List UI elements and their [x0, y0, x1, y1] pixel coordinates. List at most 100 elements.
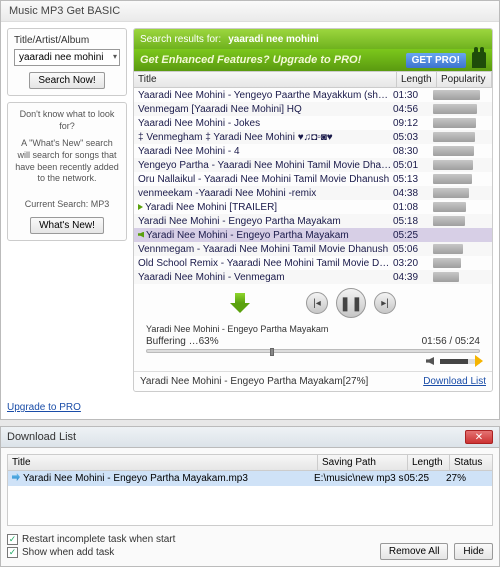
row-popularity: [433, 160, 488, 170]
row-length: 04:39: [393, 272, 433, 283]
row-popularity: [433, 132, 488, 142]
results-header-prefix: Search results for:: [140, 34, 221, 45]
table-row[interactable]: Vennmegam - Yaaradi Nee Mohini Tamil Mov…: [134, 242, 492, 256]
row-title: ‡ Venmegham ‡ Yaradi Nee Mohini ♥♫◘▫◙♥: [138, 132, 393, 143]
download-list-link[interactable]: Download List: [423, 376, 486, 387]
volume-icon[interactable]: [426, 357, 434, 365]
row-popularity: [433, 104, 488, 114]
search-now-button[interactable]: Search Now!: [29, 72, 104, 89]
download-arrow-icon[interactable]: [230, 293, 250, 313]
download-icon: [12, 473, 20, 481]
results-header: Search results for: yaaradi nee mohini: [134, 29, 492, 49]
restart-checkbox[interactable]: ✓: [7, 534, 18, 545]
show-label: Show when add task: [22, 547, 114, 558]
prev-button[interactable]: |◂: [306, 292, 328, 314]
dl-title-bar: Download List ✕: [1, 427, 499, 448]
table-row[interactable]: ‡ Venmegham ‡ Yaradi Nee Mohini ♥♫◘▫◙♥05…: [134, 130, 492, 144]
sidebar: Title/Artist/Album ▾ Search Now! Don't k…: [7, 28, 127, 392]
dl-rows: Yaradi Nee Mohini - Engeyo Partha Mayaka…: [7, 471, 493, 526]
row-popularity: [433, 216, 488, 226]
pause-button[interactable]: ❚❚: [336, 288, 366, 318]
row-title: Yaradi Nee Mohini [TRAILER]: [138, 202, 393, 213]
col-popularity[interactable]: Popularity: [437, 72, 492, 87]
row-title: venmeekam -Yaaradi Nee Mohini -remix: [138, 188, 393, 199]
row-length: 05:06: [393, 244, 433, 255]
row-title: Yaaradi Nee Mohini - Venmegam: [138, 272, 393, 283]
row-title: Yaaradi Nee Mohini - 4: [138, 146, 393, 157]
table-row[interactable]: Yaradi Nee Mohini [TRAILER]01:08: [134, 200, 492, 214]
row-popularity: [433, 244, 488, 254]
next-button[interactable]: ▸|: [374, 292, 396, 314]
table-row[interactable]: Venmegam [Yaaradi Nee Mohini] HQ04:56: [134, 102, 492, 116]
table-row[interactable]: Yaaradi Nee Mohini - Jokes09:12: [134, 116, 492, 130]
restart-label: Restart incomplete task when start: [22, 534, 175, 545]
volume-bar[interactable]: [440, 359, 480, 364]
row-title: Yaaradi Nee Mohini - Jokes: [138, 118, 393, 129]
promo-text: Get Enhanced Features? Upgrade to PRO!: [140, 54, 400, 66]
table-row[interactable]: venmeekam -Yaaradi Nee Mohini -remix04:3…: [134, 186, 492, 200]
row-popularity: [433, 188, 488, 198]
table-row[interactable]: Yengeyo Partha - Yaaradi Nee Mohini Tami…: [134, 158, 492, 172]
table-row[interactable]: Yaradi Nee Mohini - Engeyo Partha Mayaka…: [134, 228, 492, 242]
remove-all-button[interactable]: Remove All: [380, 543, 449, 560]
dl-table-head: Title Saving Path Length Status: [7, 454, 493, 471]
whats-new-button[interactable]: What's New!: [30, 217, 104, 234]
dl-row-path: E:\music\new mp3 s…: [314, 473, 404, 484]
row-popularity: [433, 202, 488, 212]
row-popularity: [433, 230, 488, 240]
row-popularity: [433, 272, 488, 282]
play-icon: [138, 204, 143, 210]
status-text: Yaradi Nee Mohini - Engeyo Partha Mayaka…: [140, 376, 368, 387]
get-pro-button[interactable]: GET PRO!: [406, 53, 466, 68]
dl-row[interactable]: Yaradi Nee Mohini - Engeyo Partha Mayaka…: [8, 471, 492, 486]
table-row[interactable]: Oru Nallaikul - Yaaradi Nee Mohini Tamil…: [134, 172, 492, 186]
dl-col-path[interactable]: Saving Path: [318, 455, 408, 470]
row-length: 05:03: [393, 132, 433, 143]
table-row[interactable]: Yaaradi Nee Mohini - Yengeyo Paarthe May…: [134, 88, 492, 102]
row-length: 05:25: [393, 230, 433, 241]
row-popularity: [433, 90, 488, 100]
results-panel: Search results for: yaaradi nee mohini G…: [133, 28, 493, 392]
results-table-head: Title Length Popularity: [134, 71, 492, 88]
seek-bar[interactable]: [146, 349, 480, 353]
row-title: Oru Nallaikul - Yaaradi Nee Mohini Tamil…: [138, 174, 393, 185]
close-button[interactable]: ✕: [465, 430, 493, 444]
row-length: 04:56: [393, 104, 433, 115]
buffering-text: Buffering …63%: [146, 336, 219, 347]
row-length: 05:13: [393, 174, 433, 185]
table-row[interactable]: Yaaradi Nee Mohini - 408:30: [134, 144, 492, 158]
row-length: 08:30: [393, 146, 433, 157]
dl-col-status[interactable]: Status: [450, 455, 492, 470]
download-list-window: Download List ✕ Title Saving Path Length…: [0, 426, 500, 567]
row-length: 09:12: [393, 118, 433, 129]
hint-title: Don't know what to look for?: [14, 109, 120, 132]
row-length: 05:18: [393, 216, 433, 227]
seek-thumb[interactable]: [270, 348, 274, 356]
dl-col-title[interactable]: Title: [8, 455, 318, 470]
row-title: Venmegam [Yaaradi Nee Mohini] HQ: [138, 104, 393, 115]
upgrade-pro-link[interactable]: Upgrade to PRO: [1, 398, 87, 419]
row-title: Vennmegam - Yaaradi Nee Mohini Tamil Mov…: [138, 244, 393, 255]
search-label: Title/Artist/Album: [14, 35, 120, 46]
table-row[interactable]: Yaradi Nee Mohini - Engeyo Partha Mayaka…: [134, 214, 492, 228]
col-title[interactable]: Title: [134, 72, 397, 87]
show-checkbox[interactable]: ✓: [7, 547, 18, 558]
table-row[interactable]: Yaaradi Nee Mohini - Venmegam04:39: [134, 270, 492, 284]
row-popularity: [433, 174, 488, 184]
dl-col-length[interactable]: Length: [408, 455, 450, 470]
now-playing-title: Yaradi Nee Mohini - Engeyo Partha Mayaka…: [146, 324, 480, 334]
bunny-icon: [472, 52, 486, 68]
hide-button[interactable]: Hide: [454, 543, 493, 560]
search-input[interactable]: [14, 49, 120, 66]
main-window: Music MP3 Get BASIC Title/Artist/Album ▾…: [0, 0, 500, 420]
hint-body: A "What's New" search will search for so…: [14, 138, 120, 185]
row-title: Yaradi Nee Mohini - Engeyo Partha Mayaka…: [138, 216, 393, 227]
row-length: 03:20: [393, 258, 433, 269]
row-length: 05:01: [393, 160, 433, 171]
col-length[interactable]: Length: [397, 72, 437, 87]
dl-row-status: 27%: [446, 473, 488, 484]
row-title: Yengeyo Partha - Yaaradi Nee Mohini Tami…: [138, 160, 393, 171]
row-length: 01:08: [393, 202, 433, 213]
table-row[interactable]: Old School Remix - Yaaradi Nee Mohini Ta…: [134, 256, 492, 270]
status-bar: Yaradi Nee Mohini - Engeyo Partha Mayaka…: [134, 371, 492, 391]
